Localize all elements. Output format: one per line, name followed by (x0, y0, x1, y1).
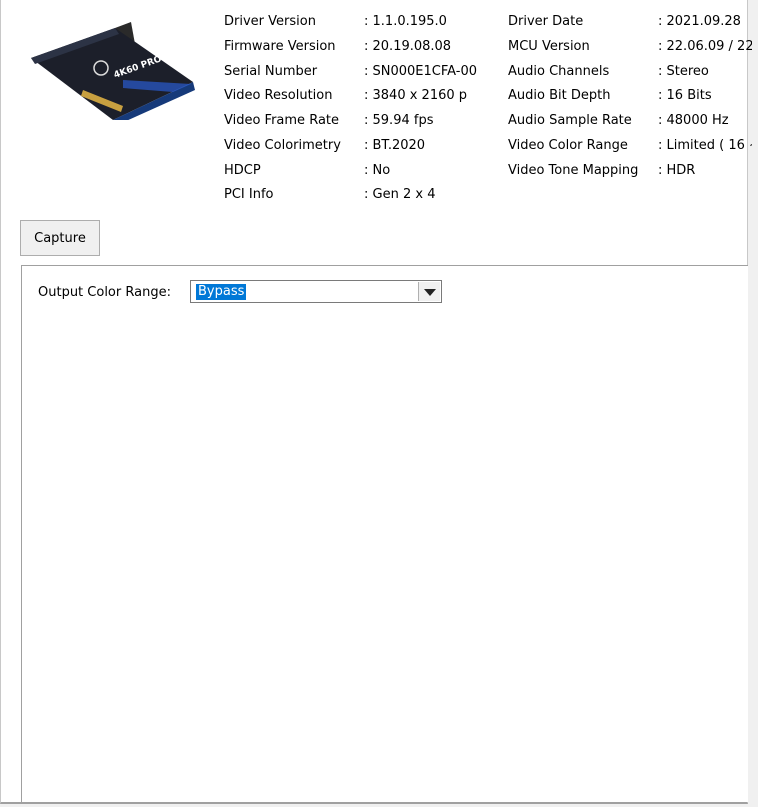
info-row: MCU Version 22.06.09 / 22.0 (508, 37, 758, 57)
info-label: Serial Number (224, 63, 318, 79)
info-label: Video Resolution (224, 88, 333, 104)
info-row: HDCP No (224, 161, 474, 181)
info-label: Driver Version (224, 14, 316, 29)
info-row: PCI Info Gen 2 x 4 (224, 185, 474, 205)
info-row: Video Colorimetry BT.2020 (224, 136, 474, 156)
device-properties-window: 4K60 PRO Driver Version 1.1.0.195.0 Firmwa… (0, 0, 752, 804)
info-row: Audio Bit Depth 16 Bits (508, 86, 758, 106)
info-row: Video Resolution 3840 x 2160 p (224, 86, 474, 106)
info-value: 3840 x 2160 p (364, 86, 468, 106)
dropdown-arrow-icon[interactable] (418, 282, 440, 301)
info-value: No (364, 161, 391, 181)
info-value: BT.2020 (364, 136, 426, 156)
output-color-range-value: Bypass (196, 284, 247, 300)
info-value: SN000E1CFA-00 (364, 62, 477, 82)
output-color-range-select[interactable]: Bypass (190, 280, 442, 303)
info-value: Gen 2 x 4 (364, 185, 436, 205)
info-row: Audio Channels Stereo (508, 62, 758, 82)
info-label: Audio Channels (508, 63, 610, 79)
output-color-range-label: Output Color Range: (38, 285, 171, 300)
info-row: Audio Sample Rate 48000 Hz (508, 111, 758, 131)
info-row: Driver Date 2021.09.28 (508, 12, 758, 32)
info-row: Serial Number SN000E1CFA-00 (224, 62, 477, 82)
info-label: HDCP (224, 162, 261, 178)
info-value: 22.06.09 / 22.0 (658, 37, 752, 57)
settings-panel: Output Color Range: Bypass (21, 265, 748, 802)
info-value: 48000 Hz (658, 111, 729, 131)
info-label: Video Colorimetry (224, 137, 341, 153)
info-label: PCI Info (224, 187, 274, 203)
info-value: 59.94 fps (364, 111, 434, 131)
info-row: Driver Version 1.1.0.195.0 (224, 12, 474, 32)
info-row: Video Tone Mapping HDR (508, 161, 758, 181)
info-row: Video Color Range Limited ( 16 ~ (508, 136, 758, 156)
info-label: Driver Date (508, 14, 584, 29)
info-row: Video Frame Rate 59.94 fps (224, 111, 474, 131)
info-value: Stereo (658, 62, 709, 82)
capture-button[interactable]: Capture (20, 220, 100, 256)
info-value: Limited ( 16 ~ (658, 136, 752, 156)
info-value: 20.19.08.08 (364, 37, 452, 57)
info-label: Video Tone Mapping (508, 162, 639, 178)
info-label: MCU Version (508, 38, 590, 54)
info-value: 16 Bits (658, 86, 712, 106)
info-label: Video Frame Rate (224, 113, 340, 128)
info-value: 1.1.0.195.0 (364, 12, 447, 32)
info-value: 2021.09.28 (658, 12, 741, 32)
info-label: Video Color Range (508, 137, 628, 153)
info-value: HDR (658, 161, 696, 181)
info-label: Audio Bit Depth (508, 88, 611, 104)
info-label: Firmware Version (224, 38, 336, 54)
info-label: Audio Sample Rate (508, 113, 632, 128)
capture-card-image: 4K60 PRO (31, 22, 195, 120)
info-row: Firmware Version 20.19.08.08 (224, 37, 474, 57)
